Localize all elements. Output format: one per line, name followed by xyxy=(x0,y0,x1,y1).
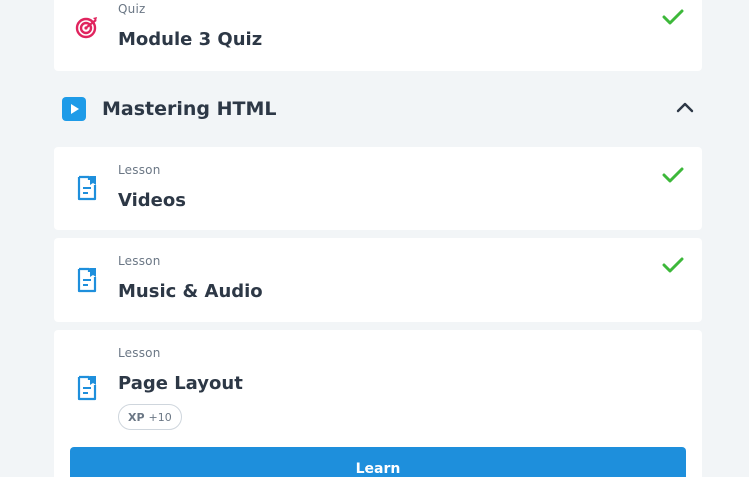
quiz-item-module-3[interactable]: Quiz Module 3 Quiz xyxy=(54,0,702,71)
learn-button[interactable]: Learn xyxy=(70,447,686,477)
item-kind-label: Quiz xyxy=(118,2,146,16)
item-title: Videos xyxy=(118,190,186,211)
section-title: Mastering HTML xyxy=(102,98,277,120)
item-kind-label: Lesson xyxy=(118,346,161,360)
item-title: Module 3 Quiz xyxy=(118,29,263,50)
lesson-item-page-layout[interactable]: Lesson Page Layout XP +10 Learn xyxy=(54,330,702,477)
check-icon xyxy=(662,167,684,183)
target-icon xyxy=(75,17,97,39)
item-title: Page Layout xyxy=(118,373,243,394)
chevron-up-icon[interactable] xyxy=(676,100,694,114)
lesson-icon xyxy=(77,267,97,293)
check-icon xyxy=(662,9,684,25)
item-title: Music & Audio xyxy=(118,281,263,302)
play-icon xyxy=(62,97,86,121)
lesson-item-music-audio[interactable]: Lesson Music & Audio xyxy=(54,238,702,322)
xp-label: XP xyxy=(128,410,145,424)
item-kind-label: Lesson xyxy=(118,254,161,268)
check-icon xyxy=(662,257,684,273)
course-page: Quiz Module 3 Quiz Mastering HTML Lesson… xyxy=(0,0,749,477)
xp-badge: XP +10 xyxy=(118,404,182,430)
item-kind-label: Lesson xyxy=(118,163,161,177)
lesson-icon xyxy=(77,175,97,201)
lesson-icon xyxy=(77,375,97,401)
lesson-item-videos[interactable]: Lesson Videos xyxy=(54,147,702,230)
section-header-mastering-html[interactable]: Mastering HTML xyxy=(54,86,702,130)
xp-value: +10 xyxy=(148,410,172,424)
